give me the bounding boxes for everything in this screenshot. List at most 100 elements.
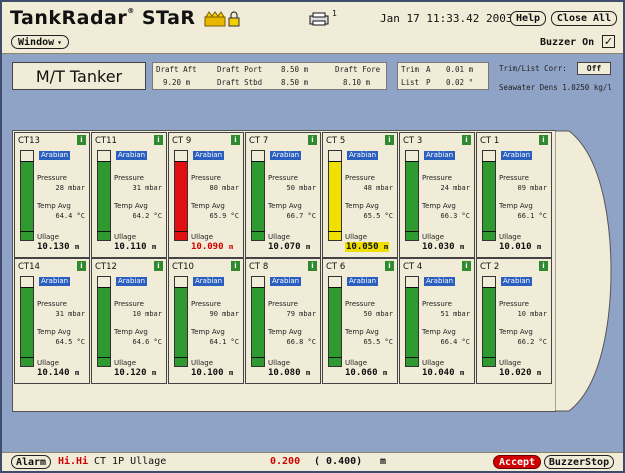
ullage-label: Ullage <box>499 233 522 241</box>
ullage-value: 10.090 m <box>191 242 233 252</box>
draft-fore-label: Draft Fore <box>335 65 381 74</box>
cargo-tag[interactable]: Arabian <box>270 277 302 286</box>
ullage-label: Ullage <box>345 359 368 367</box>
tank-cell[interactable]: CT 9 i Arabian Pressure 80 mbar Temp Avg 65.9 … <box>168 132 244 258</box>
pressure-value: 50 mbar <box>363 310 393 318</box>
tank-name: CT 2 <box>480 262 500 272</box>
cargo-tag[interactable]: Arabian <box>39 277 71 286</box>
info-icon[interactable]: i <box>308 261 317 271</box>
cargo-tag[interactable]: Arabian <box>347 277 379 286</box>
trim-label: Trim <box>401 65 420 74</box>
temp-label: Temp Avg <box>191 328 225 336</box>
draft-port-label: Draft Port <box>217 65 263 74</box>
tank-cell[interactable]: CT 4 i Arabian Pressure 51 mbar Temp Avg 66.4 … <box>399 258 475 384</box>
buzzer-checkbox[interactable]: ✓ <box>602 35 615 48</box>
level-gauge-fill <box>483 161 495 240</box>
cargo-tag[interactable]: Arabian <box>501 277 533 286</box>
tank-name: CT 6 <box>326 262 346 272</box>
cargo-tag[interactable]: Arabian <box>116 151 148 160</box>
level-gauge <box>174 150 188 241</box>
pressure-label: Pressure <box>422 300 452 308</box>
tank-cell[interactable]: CT14 i Arabian Pressure 31 mbar Temp Avg 64.5 … <box>14 258 90 384</box>
tank-cell[interactable]: CT 1 i Arabian Pressure 09 mbar Temp Avg 66.1 … <box>476 132 552 258</box>
info-icon[interactable]: i <box>462 261 471 271</box>
pressure-value: 31 mbar <box>55 310 85 318</box>
ullage-value: 10.060 m <box>345 368 387 378</box>
info-icon[interactable]: i <box>539 261 548 271</box>
info-icon[interactable]: i <box>385 261 394 271</box>
info-icon[interactable]: i <box>154 261 163 271</box>
alarm-source: CT 1P Ullage <box>94 456 167 467</box>
temp-value: 66.3 °C <box>440 212 470 220</box>
ullage-unit: m <box>383 243 389 251</box>
alarm-button[interactable]: Alarm <box>11 455 51 469</box>
level-gauge-fill <box>329 161 341 240</box>
info-icon[interactable]: i <box>385 135 394 145</box>
cargo-tag[interactable]: Arabian <box>347 151 379 160</box>
close-all-button[interactable]: Close All <box>551 11 617 26</box>
pressure-value: 10 mbar <box>132 310 162 318</box>
tank-name: CT 8 <box>249 262 269 272</box>
cargo-tag[interactable]: Arabian <box>193 277 225 286</box>
cargo-tag[interactable]: Arabian <box>193 151 225 160</box>
cargo-tag[interactable]: Arabian <box>270 151 302 160</box>
trim-list-panel: Trim A 0.01 m List P 0.02 ° <box>397 62 489 90</box>
info-icon[interactable]: i <box>154 135 163 145</box>
pressure-value: 51 mbar <box>440 310 470 318</box>
info-icon[interactable]: i <box>539 135 548 145</box>
tank-cell[interactable]: CT13 i Arabian Pressure 28 mbar Temp Avg 64.4 … <box>14 132 90 258</box>
pressure-value: 79 mbar <box>286 310 316 318</box>
low-level-mark <box>482 231 496 232</box>
printer-icon[interactable] <box>308 12 330 26</box>
cargo-tag[interactable]: Arabian <box>501 151 533 160</box>
ullage-value: 10.080 m <box>268 368 310 378</box>
ullage-number: 10.010 <box>499 242 532 252</box>
tank-cell[interactable]: CT 6 i Arabian Pressure 50 mbar Temp Avg 65.5 … <box>322 258 398 384</box>
buzzer-stop-button[interactable]: BuzzerStop <box>544 455 614 469</box>
level-gauge-fill <box>252 161 264 240</box>
alarm-level: Hi.Hi <box>58 456 89 467</box>
tank-cell[interactable]: CT 2 i Arabian Pressure 10 mbar Temp Avg 66.2 … <box>476 258 552 384</box>
draft-stbd-value: 8.50 m <box>281 78 309 87</box>
tank-cell[interactable]: CT10 i Arabian Pressure 90 mbar Temp Avg 64.1 … <box>168 258 244 384</box>
cargo-tag[interactable]: Arabian <box>424 151 456 160</box>
ullage-label: Ullage <box>37 359 60 367</box>
ullage-value: 10.100 m <box>191 368 233 378</box>
date-time: Jan 17 11:33.42 2003 <box>380 12 513 25</box>
high-level-mark <box>97 161 111 162</box>
tank-cell[interactable]: CT11 i Arabian Pressure 31 mbar Temp Avg 64.2 … <box>91 132 167 258</box>
level-gauge <box>251 276 265 367</box>
cargo-tag[interactable]: Arabian <box>424 277 456 286</box>
tank-cell[interactable]: CT 8 i Arabian Pressure 79 mbar Temp Avg 66.8 … <box>245 258 321 384</box>
pressure-label: Pressure <box>37 300 67 308</box>
info-icon[interactable]: i <box>462 135 471 145</box>
pressure-label: Pressure <box>114 300 144 308</box>
info-icon[interactable]: i <box>308 135 317 145</box>
help-button[interactable]: Help <box>510 11 546 26</box>
trim-list-corr-toggle[interactable]: Off <box>577 62 611 75</box>
temp-value: 65.5 °C <box>363 212 393 220</box>
info-icon[interactable]: i <box>231 135 240 145</box>
ullage-label: Ullage <box>114 233 137 241</box>
level-gauge <box>328 276 342 367</box>
tank-cell[interactable]: CT 3 i Arabian Pressure 24 mbar Temp Avg 66.3 … <box>399 132 475 258</box>
temp-label: Temp Avg <box>499 328 533 336</box>
info-icon[interactable]: i <box>231 261 240 271</box>
accept-button[interactable]: Accept <box>493 455 541 469</box>
temp-label: Temp Avg <box>345 202 379 210</box>
tank-cell[interactable]: CT 7 i Arabian Pressure 50 mbar Temp Avg 66.7 … <box>245 132 321 258</box>
info-icon[interactable]: i <box>77 261 86 271</box>
temp-value: 65.5 °C <box>363 338 393 346</box>
temp-label: Temp Avg <box>37 328 71 336</box>
tank-name: CT13 <box>18 136 40 146</box>
cargo-tag[interactable]: Arabian <box>116 277 148 286</box>
tank-name: CT 9 <box>172 136 192 146</box>
window-menu-button[interactable]: Window ▾ <box>11 35 69 49</box>
tank-cell[interactable]: CT 5 i Arabian Pressure 48 mbar Temp Avg 65.5 … <box>322 132 398 258</box>
level-gauge <box>20 150 34 241</box>
high-level-mark <box>251 161 265 162</box>
cargo-tag[interactable]: Arabian <box>39 151 71 160</box>
info-icon[interactable]: i <box>77 135 86 145</box>
tank-cell[interactable]: CT12 i Arabian Pressure 10 mbar Temp Avg 64.6 … <box>91 258 167 384</box>
pressure-value: 48 mbar <box>363 184 393 192</box>
